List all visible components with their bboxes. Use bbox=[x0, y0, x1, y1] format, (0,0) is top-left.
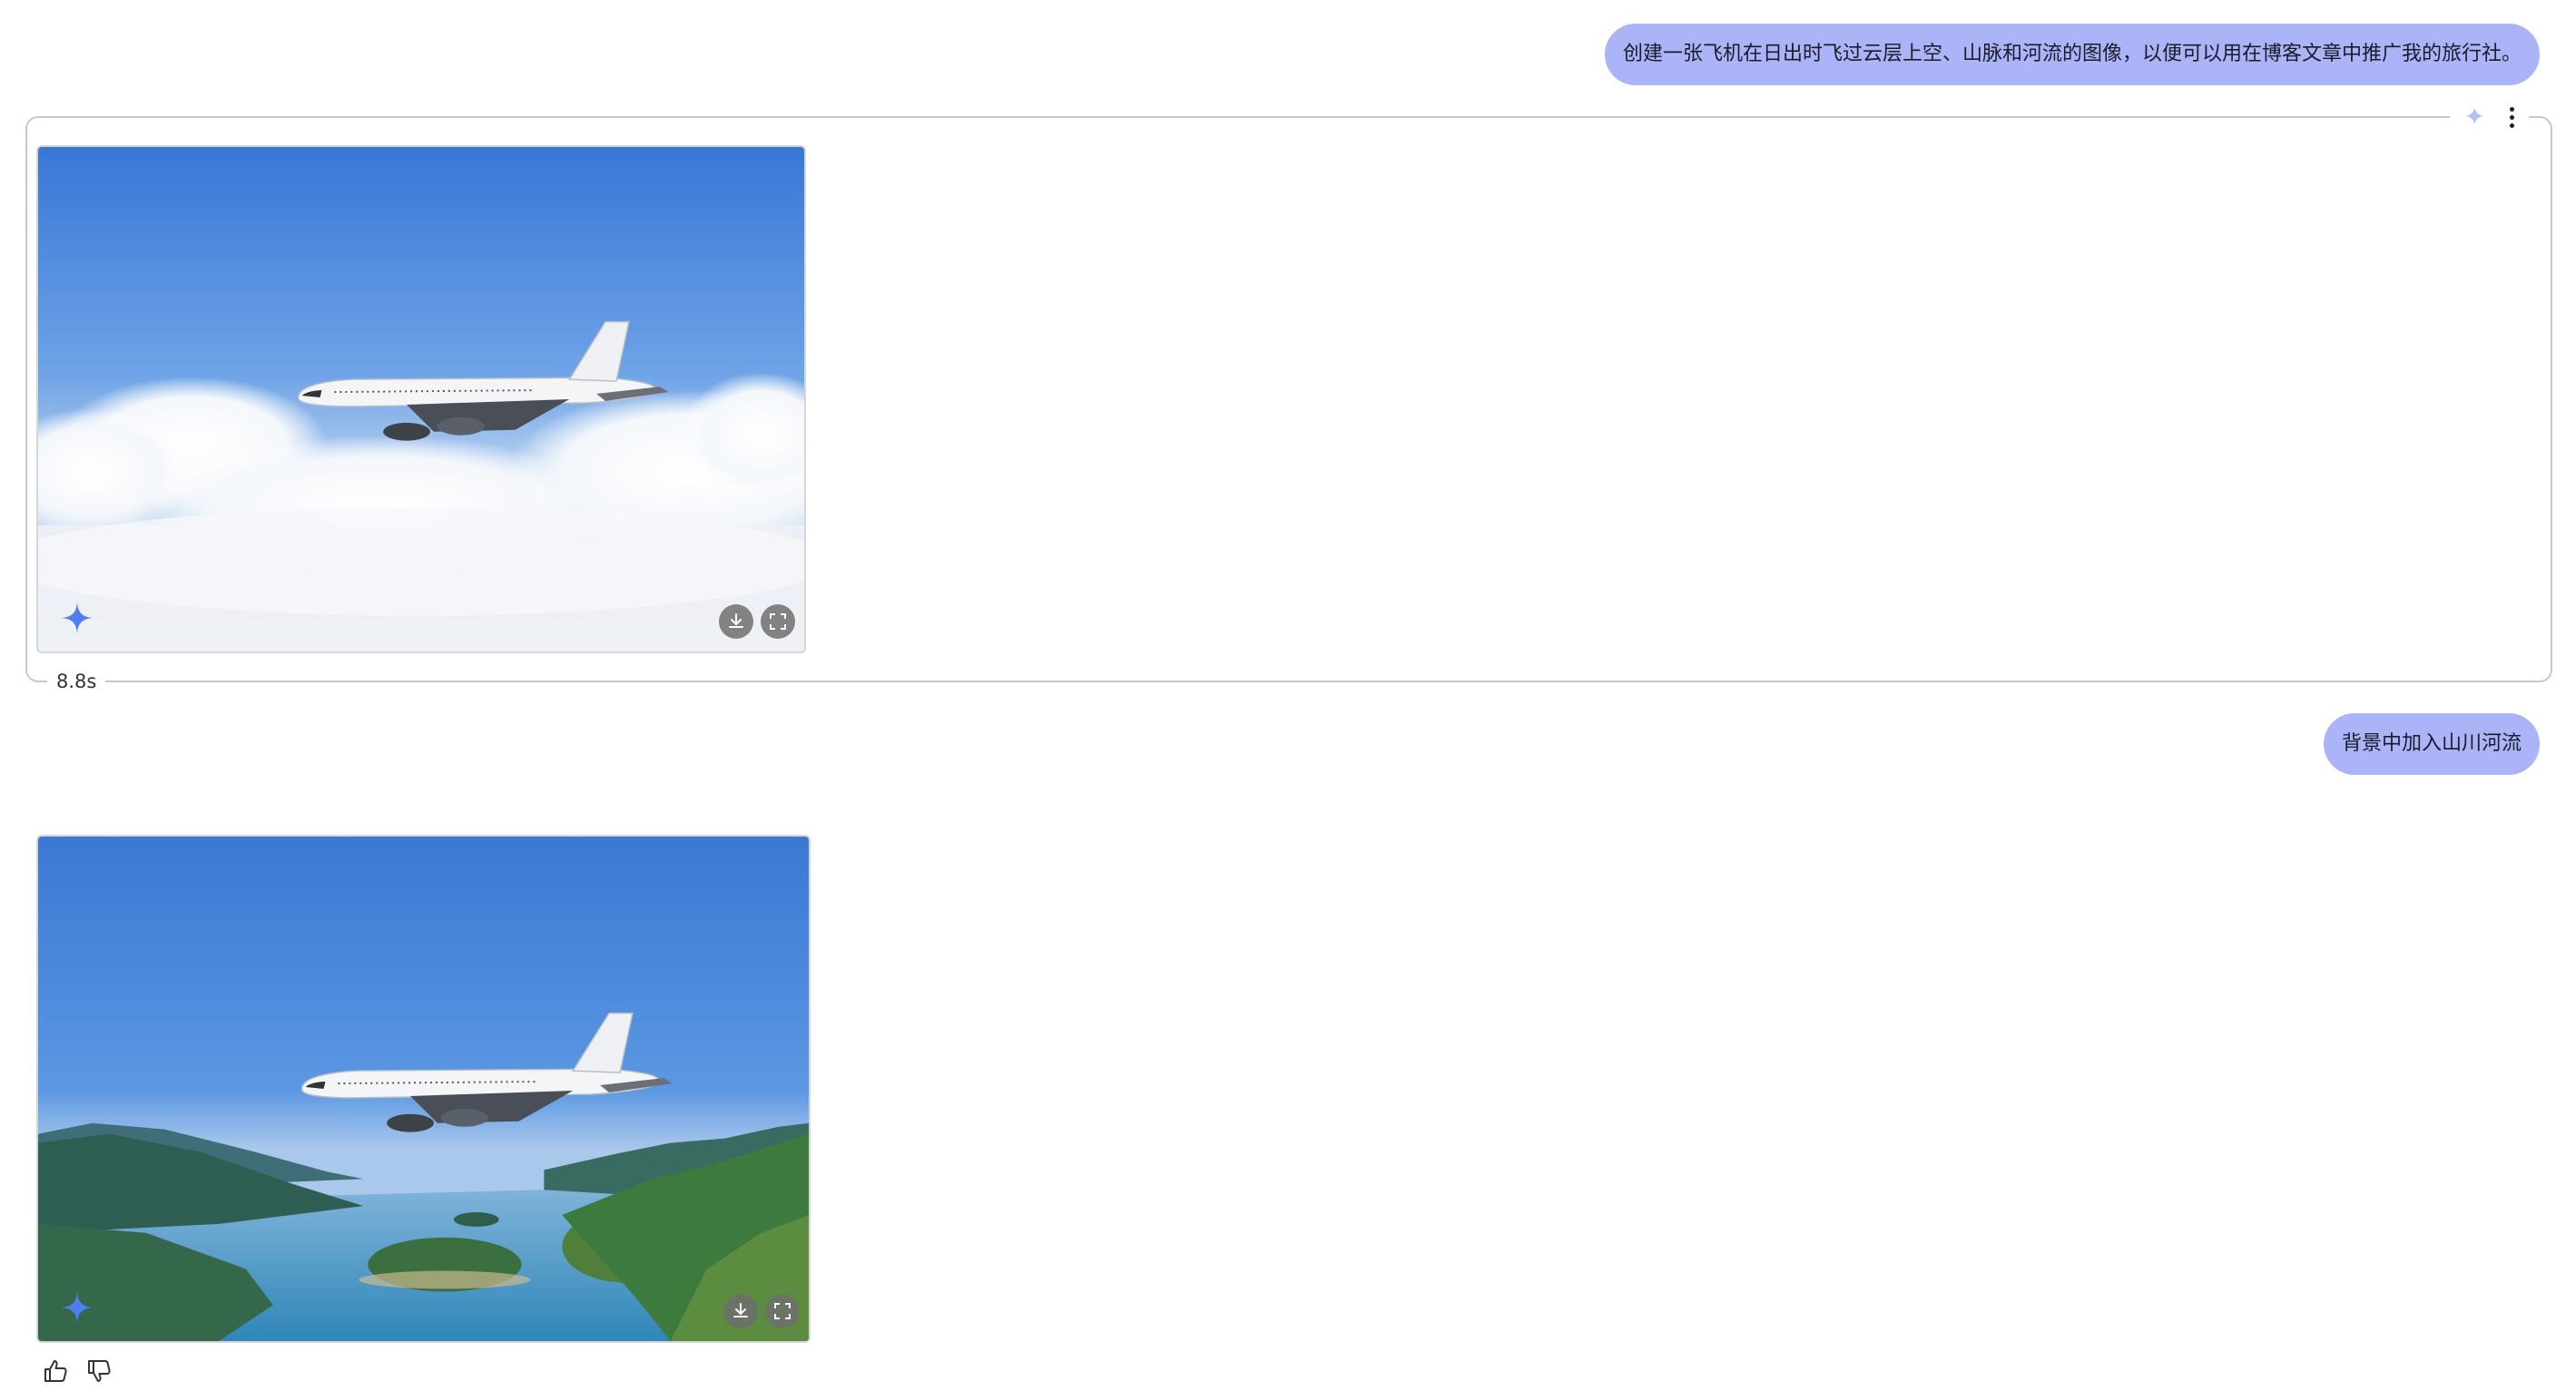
expand-button[interactable] bbox=[765, 1294, 800, 1328]
expand-icon bbox=[770, 613, 786, 630]
gemini-sparkle-icon bbox=[61, 1291, 93, 1324]
expand-icon bbox=[774, 1303, 791, 1319]
user-message-bubble: 创建一张飞机在日出时飞过云层上空、山脉和河流的图像，以便可以用在博客文章中推广我… bbox=[1604, 24, 2540, 85]
response-toolbar: ✦ bbox=[2449, 102, 2529, 132]
download-icon bbox=[733, 1303, 748, 1318]
user-message-text: 创建一张飞机在日出时飞过云层上空、山脉和河流的图像，以便可以用在博客文章中推广我… bbox=[1622, 43, 2522, 65]
generated-image[interactable] bbox=[36, 145, 806, 653]
gemini-sparkle-icon: ✦ bbox=[2463, 102, 2485, 132]
user-message-bubble: 背景中加入山川河流 bbox=[2323, 713, 2540, 775]
download-button[interactable] bbox=[719, 604, 753, 639]
user-message-text: 背景中加入山川河流 bbox=[2341, 732, 2522, 755]
generated-image[interactable] bbox=[36, 835, 811, 1343]
download-button[interactable] bbox=[723, 1294, 758, 1328]
expand-button[interactable] bbox=[761, 604, 795, 639]
plane-over-clouds-image bbox=[38, 147, 804, 651]
more-options-icon[interactable] bbox=[2509, 106, 2514, 128]
download-icon bbox=[729, 613, 743, 628]
feedback-bar bbox=[42, 1357, 113, 1385]
thumbs-up-icon[interactable] bbox=[42, 1357, 69, 1385]
thumbs-down-icon[interactable] bbox=[85, 1357, 113, 1385]
elapsed-time: 8.8s bbox=[47, 668, 106, 695]
plane-over-mountains-river-image bbox=[38, 837, 809, 1341]
gemini-sparkle-icon bbox=[61, 602, 93, 634]
